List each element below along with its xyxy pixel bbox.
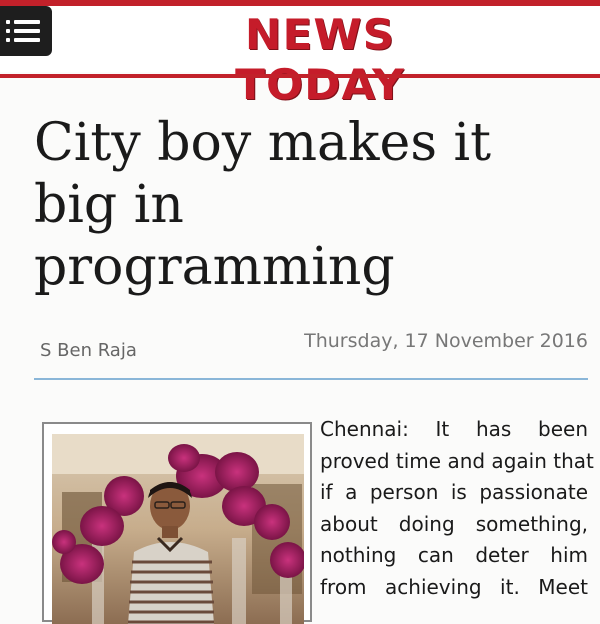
body-line: nothing can deter him [320,543,588,567]
author-byline[interactable]: S Ben Raja [40,340,137,361]
body-line: about doing something, [320,511,588,536]
headline-line: big in [34,175,184,235]
site-logo[interactable]: NEWS TODAY [164,10,476,109]
menu-button[interactable] [0,6,52,56]
article-body: Chennai: It has been proved time and aga… [320,414,594,603]
masthead-rule [0,74,600,78]
body-line: Chennai: It has been [320,417,588,441]
publish-date: Thursday, 17 November 2016 [304,330,588,352]
menu-icon-bar [14,20,40,24]
article-photo-frame [42,422,312,624]
article-headline: City boy makes it big in programming [34,112,594,298]
body-line: from achieving it. Meet [320,574,588,599]
headline-line: City boy makes it [34,113,492,173]
menu-icon-dot [6,29,10,33]
menu-icon [6,20,10,24]
body-line: if a person is passionate [320,480,588,504]
menu-icon-dot [6,38,10,42]
byline-divider [34,378,588,380]
body-line: proved time and again that [320,448,594,473]
menu-icon-bar [14,29,40,33]
menu-icon-bar [14,38,40,42]
headline-line: programming [34,237,395,297]
article-photo[interactable] [52,434,304,624]
